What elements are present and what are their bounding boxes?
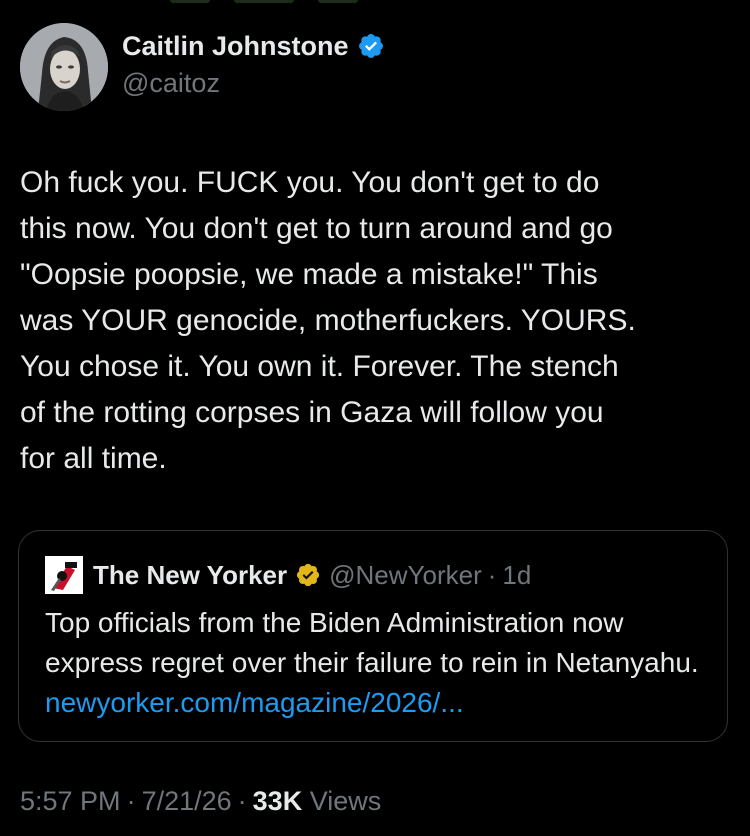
tweet-text: Oh fuck you. FUCK you. You don't get to … (20, 166, 636, 475)
quoted-tweet-time[interactable]: 1d (502, 560, 531, 591)
quoted-tweet-card[interactable]: The New Yorker @NewYorker · 1d Top offic… (18, 530, 728, 742)
author-handle[interactable]: @caitoz (122, 66, 385, 100)
quoted-tweet-link[interactable]: newyorker.com/magazine/2026/... (45, 687, 464, 718)
quoted-tweet-header: The New Yorker @NewYorker · 1d (45, 553, 701, 597)
quoted-tweet-separator: · (487, 559, 497, 590)
author-name-row: Caitlin Johnstone (122, 26, 385, 66)
quoted-tweet-text: Top officials from the Biden Administrat… (45, 603, 701, 723)
gold-verified-check-icon[interactable] (295, 562, 321, 588)
author-avatar-portrait (20, 23, 108, 111)
clipped-emoji (318, 0, 358, 3)
author-info: Caitlin Johnstone @caitoz (122, 26, 385, 100)
meta-separator: · (237, 786, 247, 816)
views-count[interactable]: 33K (253, 786, 303, 816)
new-yorker-logo-icon[interactable] (45, 556, 83, 594)
tweet-time[interactable]: 5:57 PM (20, 786, 121, 816)
quoted-author-name[interactable]: The New Yorker (93, 560, 287, 591)
tweet-date[interactable]: 7/21/26 (142, 786, 232, 816)
clipped-previous-content (170, 0, 470, 6)
meta-separator: · (126, 786, 136, 816)
verified-check-icon[interactable] (357, 32, 385, 60)
tweet-author[interactable]: Caitlin Johnstone @caitoz (20, 22, 385, 112)
quoted-author-handle[interactable]: @NewYorker (329, 560, 482, 591)
quoted-tweet-body: Top officials from the Biden Administrat… (45, 607, 699, 678)
clipped-emoji (170, 0, 210, 3)
author-display-name[interactable]: Caitlin Johnstone (122, 31, 349, 62)
views-label[interactable]: Views (310, 786, 382, 816)
tweet-meta: 5:57 PM · 7/21/26 · 33K Views (20, 786, 381, 817)
author-avatar[interactable] (20, 23, 108, 111)
clipped-emoji (234, 0, 294, 3)
